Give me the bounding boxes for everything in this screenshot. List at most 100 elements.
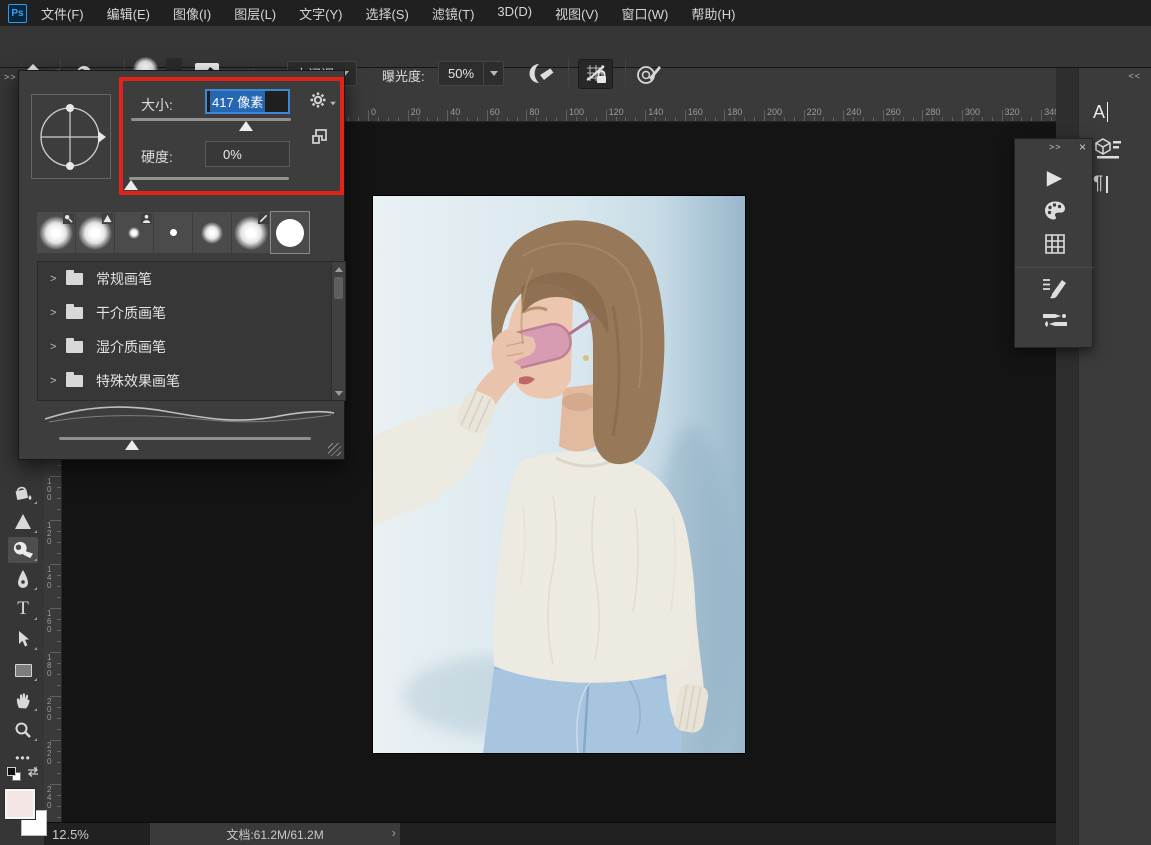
menu-item[interactable]: 3D(D) <box>497 4 532 23</box>
ruler-tick <box>57 762 61 763</box>
paint-symmetry-icon[interactable] <box>636 63 662 85</box>
menu-item[interactable]: 滤镜(T) <box>432 4 475 23</box>
brush-tip-preset[interactable] <box>37 212 75 253</box>
document-photo[interactable] <box>373 196 745 753</box>
brush-tip-preset[interactable] <box>232 212 270 253</box>
brushes-panel-icon[interactable] <box>1015 307 1094 333</box>
size-label: 大小: <box>141 95 173 115</box>
status-chevron-icon[interactable]: › <box>392 825 396 840</box>
brush-tip-thumbnail <box>200 221 224 245</box>
brush-settings-panel-icon[interactable] <box>1015 275 1094 301</box>
zoom-level[interactable]: 12.5% <box>52 827 89 842</box>
menu-item[interactable]: 文字(Y) <box>299 4 342 23</box>
size-input[interactable]: 417 像素 <box>205 89 290 114</box>
ruler-tick-major <box>883 110 884 121</box>
preview-zoom-slider-thumb[interactable] <box>125 440 139 450</box>
paragraph-panel-icon[interactable]: ¶ <box>1093 170 1127 198</box>
ruler-tick <box>873 117 874 121</box>
character-panel-icon[interactable]: A <box>1093 98 1127 126</box>
path-select-tool[interactable] <box>8 626 38 652</box>
toolbar-collapse-icon[interactable]: >> <box>4 72 17 82</box>
ruler-tick <box>437 117 438 121</box>
menu-item[interactable]: 选择(S) <box>365 4 408 23</box>
ruler-tick <box>57 498 61 499</box>
ruler-tick <box>695 117 696 121</box>
brush-folder-item[interactable]: > 特殊效果画笔 <box>38 364 345 398</box>
ruler-label: 20 <box>411 107 421 117</box>
hardness-slider[interactable] <box>129 177 289 180</box>
size-slider[interactable] <box>131 118 291 121</box>
ruler-tick-major <box>1002 110 1003 121</box>
ruler-tick <box>57 586 61 587</box>
default-colors-icon[interactable] <box>7 767 16 776</box>
sharpen-tool[interactable] <box>8 509 38 535</box>
brush-tip-preset[interactable] <box>76 212 114 253</box>
size-slider-thumb[interactable] <box>239 121 253 131</box>
panel-resize-grip[interactable] <box>328 443 341 456</box>
channels-grid-panel-icon[interactable] <box>1015 232 1094 256</box>
panel-close-icon[interactable]: × <box>1079 140 1086 154</box>
hardness-input[interactable]: 0% <box>205 141 290 167</box>
exposure-input[interactable]: 50% <box>438 61 483 86</box>
rectangle-tool[interactable] <box>8 657 38 683</box>
ruler-label: 160 <box>688 107 703 117</box>
pen-tool[interactable] <box>8 566 38 592</box>
zoom-tool[interactable] <box>8 717 38 743</box>
photoshop-logo[interactable]: Ps <box>8 4 27 23</box>
folder-icon <box>66 273 83 285</box>
swatches-panel-icon[interactable] <box>1015 199 1094 223</box>
ruler-tick-major <box>447 110 448 121</box>
dodge-tool[interactable] <box>8 537 38 563</box>
photoshop-window: Ps 文件(F) 编辑(E) 图像(I) 图层(L) 文字(Y) 选择(S) 滤镜(T) 3D… <box>0 0 1151 845</box>
hardness-slider-thumb[interactable] <box>124 180 138 190</box>
foreground-color-swatch[interactable] <box>5 789 35 819</box>
chevron-right-icon[interactable]: > <box>50 307 66 319</box>
ruler-tick <box>705 117 706 121</box>
ruler-tick <box>635 117 636 121</box>
brush-folder-item[interactable]: > 干介质画笔 <box>38 296 345 330</box>
type-tool[interactable]: T <box>8 596 38 622</box>
brush-tip-preset[interactable] <box>271 212 309 253</box>
exposure-dropdown[interactable] <box>483 61 504 86</box>
ruler-label: 2 4 0 <box>47 786 51 810</box>
menu-item[interactable]: 窗口(W) <box>621 4 668 23</box>
pressure-size-toggle[interactable] <box>578 59 613 89</box>
menu-item[interactable]: 图层(L) <box>234 4 276 23</box>
scrollbar[interactable] <box>331 262 345 400</box>
brush-folder-item[interactable]: > 常规画笔 <box>38 262 345 296</box>
ruler-tick-major <box>526 110 527 121</box>
ruler-tick <box>952 117 953 121</box>
ruler-tick <box>427 117 428 121</box>
create-brush-icon[interactable] <box>311 128 328 145</box>
brush-tip-preset[interactable] <box>115 212 153 253</box>
brush-tip-preset[interactable] <box>193 212 231 253</box>
ruler-tick-major <box>962 110 963 121</box>
chevron-right-icon[interactable]: > <box>50 375 66 387</box>
chevron-right-icon[interactable]: > <box>50 341 66 353</box>
airbrush-icon[interactable] <box>524 62 556 86</box>
ruler-label: 80 <box>529 107 539 117</box>
brush-folder-item[interactable]: > 湿介质画笔 <box>38 330 345 364</box>
ruler-tick-major <box>487 110 488 121</box>
document-info[interactable]: 文档:61.2M/61.2M <box>150 823 400 845</box>
hand-tool[interactable] <box>8 687 38 713</box>
menu-item[interactable]: 文件(F) <box>41 4 84 23</box>
chevron-right-icon[interactable]: > <box>50 273 66 285</box>
panel-collapse-icon[interactable]: >> <box>1049 142 1062 152</box>
brush-tip-preset[interactable] <box>154 212 192 253</box>
preview-zoom-slider[interactable] <box>59 437 311 440</box>
dock-collapse-icon[interactable]: << <box>1128 71 1141 81</box>
menu-item[interactable]: 图像(I) <box>173 4 211 23</box>
swap-colors-icon[interactable] <box>26 765 40 779</box>
ruler-tick <box>358 117 359 121</box>
menu-item[interactable]: 编辑(E) <box>107 4 150 23</box>
brush-angle-roundness-control[interactable] <box>31 94 111 179</box>
gear-icon[interactable] <box>309 91 337 109</box>
menu-item[interactable]: 帮助(H) <box>691 4 735 23</box>
properties-panel-icon[interactable] <box>1093 134 1127 162</box>
ruler-tick-major <box>50 740 61 741</box>
actions-panel-icon[interactable]: ▶ <box>1015 165 1094 189</box>
menu-item[interactable]: 视图(V) <box>555 4 598 23</box>
paint-bucket-tool[interactable] <box>8 480 38 506</box>
ruler-tick <box>932 117 933 121</box>
